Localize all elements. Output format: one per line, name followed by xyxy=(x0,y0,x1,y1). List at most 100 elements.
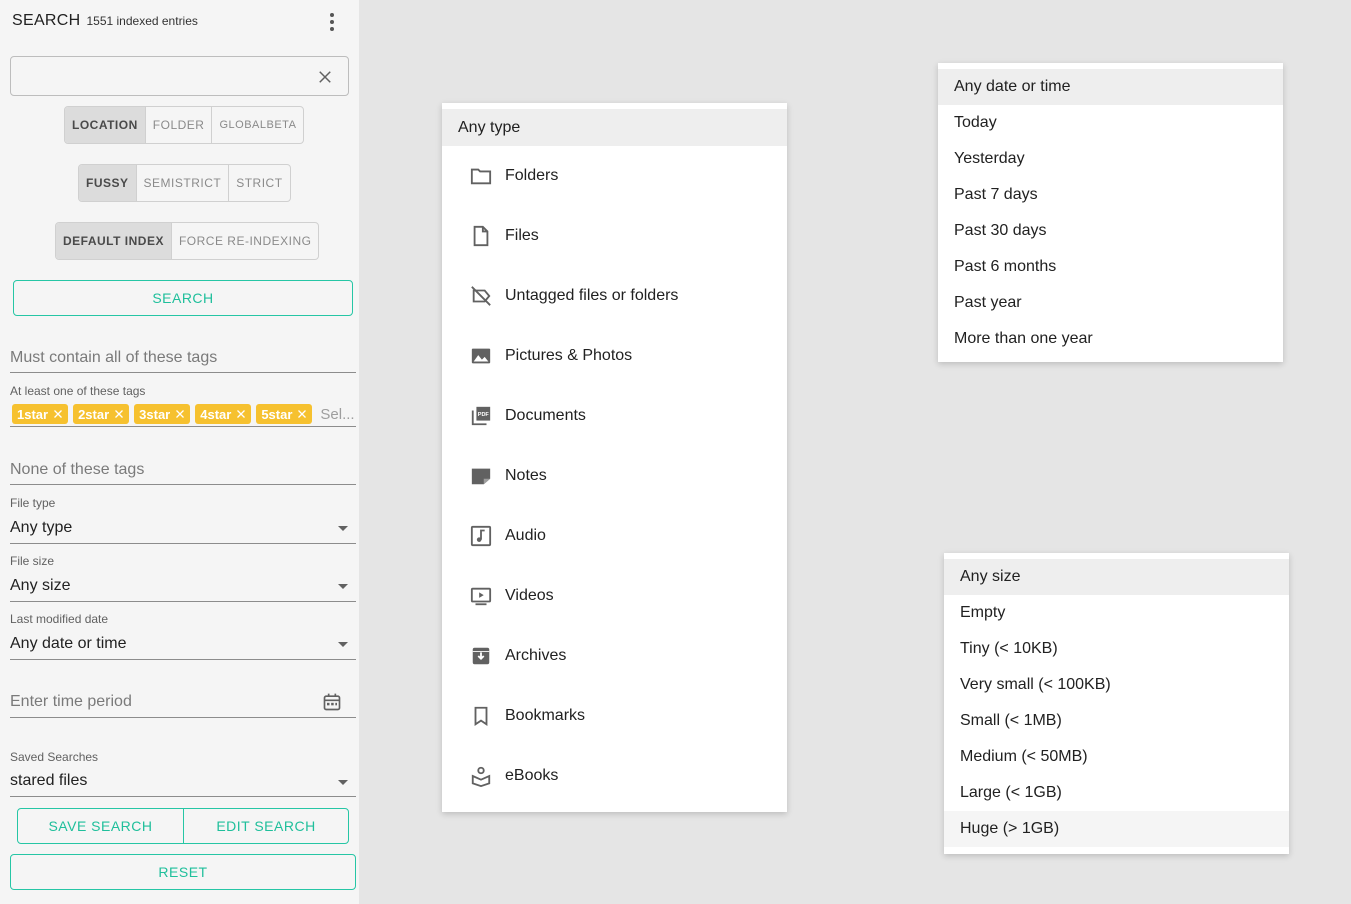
menu-item-label: Past 30 days xyxy=(954,222,1047,239)
menu-item-past-30-days[interactable]: Past 30 days xyxy=(938,213,1283,249)
saved-searches-value: stared files xyxy=(10,772,88,789)
menu-item-label: Any size xyxy=(960,568,1021,585)
file-icon xyxy=(470,225,492,247)
default-index-button[interactable]: DEFAULT INDEX xyxy=(56,223,172,259)
saved-searches-select[interactable]: Saved Searches stared files xyxy=(10,748,356,797)
menu-item-label: Empty xyxy=(960,604,1006,621)
chevron-down-icon xyxy=(338,780,348,785)
tag-chip-label: 5star xyxy=(261,406,293,422)
scope-toggle-group: LOCATION FOLDER GLOBALBETA xyxy=(64,106,305,144)
menu-item-label: More than one year xyxy=(954,330,1093,347)
tag-chip-label: 3star xyxy=(139,406,171,422)
remove-tag-icon[interactable] xyxy=(52,408,64,420)
sidebar-header: SEARCH 1551 indexed entries xyxy=(12,12,198,30)
menu-item-more-than-year[interactable]: More than one year xyxy=(938,321,1283,357)
menu-item-folders[interactable]: Folders xyxy=(442,146,787,206)
menu-item-huge[interactable]: Huge (> 1GB) xyxy=(944,811,1289,847)
archive-icon xyxy=(470,645,492,667)
menu-item-any-size[interactable]: Any size xyxy=(944,559,1289,595)
date-menu: Any date or time Today Yesterday Past 7 … xyxy=(938,63,1283,362)
menu-item-label: Bookmarks xyxy=(505,707,586,724)
menu-item-bookmarks[interactable]: Bookmarks xyxy=(442,686,787,746)
menu-item-audio[interactable]: Audio xyxy=(442,506,787,566)
any-tags-field[interactable]: At least one of these tags 1star 2star 3… xyxy=(10,382,356,427)
menu-item-archives[interactable]: Archives xyxy=(442,626,787,686)
file-type-menu: Any type Folders Files Untagged files or… xyxy=(442,103,787,812)
menu-item-label: Past year xyxy=(954,294,1022,311)
saved-searches-label: Saved Searches xyxy=(10,750,99,764)
scope-folder-button[interactable]: FOLDER xyxy=(146,107,213,143)
none-tags-field[interactable]: None of these tags xyxy=(10,452,356,485)
menu-item-label: Documents xyxy=(505,407,586,424)
clear-icon[interactable] xyxy=(316,68,334,86)
menu-item-large[interactable]: Large (< 1GB) xyxy=(944,775,1289,811)
scope-location-button[interactable]: LOCATION xyxy=(65,107,146,143)
tag-chip-label: 2star xyxy=(78,406,110,422)
match-strict-button[interactable]: STRICT xyxy=(229,165,289,201)
menu-item-files[interactable]: Files xyxy=(442,206,787,266)
remove-tag-icon[interactable] xyxy=(113,408,125,420)
chevron-down-icon xyxy=(338,526,348,531)
time-period-placeholder: Enter time period xyxy=(10,693,132,710)
menu-item-past-year[interactable]: Past year xyxy=(938,285,1283,321)
bookmark-icon xyxy=(470,705,492,727)
menu-item-pictures[interactable]: Pictures & Photos xyxy=(442,326,787,386)
tag-chip: 4star xyxy=(195,404,252,424)
menu-item-label: Videos xyxy=(505,587,554,604)
menu-item-label: Audio xyxy=(505,527,546,544)
time-period-field[interactable]: Enter time period xyxy=(10,684,356,718)
menu-item-untagged[interactable]: Untagged files or folders xyxy=(442,266,787,326)
modified-date-select[interactable]: Last modified date Any date or time xyxy=(10,610,356,660)
menu-item-past-6-months[interactable]: Past 6 months xyxy=(938,249,1283,285)
search-button[interactable]: SEARCH xyxy=(13,280,353,316)
menu-item-videos[interactable]: Videos xyxy=(442,566,787,626)
more-options-icon[interactable] xyxy=(322,12,342,32)
remove-tag-icon[interactable] xyxy=(174,408,186,420)
chevron-down-icon xyxy=(338,584,348,589)
tag-chip-label: 1star xyxy=(17,406,49,422)
menu-item-empty[interactable]: Empty xyxy=(944,595,1289,631)
modified-date-label: Last modified date xyxy=(10,612,109,626)
reset-button[interactable]: RESET xyxy=(10,854,356,890)
edit-search-button[interactable]: EDIT SEARCH xyxy=(183,808,349,844)
menu-item-notes[interactable]: Notes xyxy=(442,446,787,506)
menu-item-label: Any date or time xyxy=(954,78,1071,95)
menu-item-very-small[interactable]: Very small (< 100KB) xyxy=(944,667,1289,703)
menu-item-tiny[interactable]: Tiny (< 10KB) xyxy=(944,631,1289,667)
file-type-select[interactable]: File type Any type xyxy=(10,494,356,544)
menu-item-past-7-days[interactable]: Past 7 days xyxy=(938,177,1283,213)
menu-item-small[interactable]: Small (< 1MB) xyxy=(944,703,1289,739)
menu-item-label: Past 7 days xyxy=(954,186,1038,203)
menu-item-medium[interactable]: Medium (< 50MB) xyxy=(944,739,1289,775)
search-sidebar: SEARCH 1551 indexed entries LOCATION FOL… xyxy=(0,0,359,904)
match-fussy-button[interactable]: FUSSY xyxy=(79,165,137,201)
must-tags-field[interactable]: Must contain all of these tags xyxy=(10,340,356,373)
tag-chip: 5star xyxy=(256,404,313,424)
remove-tag-icon[interactable] xyxy=(296,408,308,420)
calendar-icon[interactable] xyxy=(322,692,342,712)
menu-item-any-type[interactable]: Any type xyxy=(442,109,787,146)
page-title: SEARCH xyxy=(12,12,81,29)
menu-item-label: Archives xyxy=(505,647,567,664)
menu-item-ebooks[interactable]: eBooks xyxy=(442,746,787,806)
file-size-select[interactable]: File size Any size xyxy=(10,552,356,602)
none-tags-placeholder: None of these tags xyxy=(10,461,145,478)
modified-date-value: Any date or time xyxy=(10,635,127,652)
menu-item-documents[interactable]: PDF Documents xyxy=(442,386,787,446)
any-tags-placeholder: Sel... xyxy=(320,405,355,423)
menu-item-label: Notes xyxy=(505,467,547,484)
menu-item-label: Huge (> 1GB) xyxy=(960,820,1060,837)
remove-tag-icon[interactable] xyxy=(235,408,247,420)
menu-item-yesterday[interactable]: Yesterday xyxy=(938,141,1283,177)
music-icon xyxy=(470,525,492,547)
menu-item-today[interactable]: Today xyxy=(938,105,1283,141)
search-input[interactable] xyxy=(21,65,301,87)
scope-global-button[interactable]: GLOBALBETA xyxy=(212,107,303,143)
menu-item-label: Small (< 1MB) xyxy=(960,712,1062,729)
match-semistrict-button[interactable]: SEMISTRICT xyxy=(137,165,230,201)
untagged-icon xyxy=(470,285,492,307)
force-reindex-button[interactable]: FORCE RE-INDEXING xyxy=(172,223,319,259)
save-search-button[interactable]: SAVE SEARCH xyxy=(17,808,184,844)
menu-item-any-date[interactable]: Any date or time xyxy=(938,69,1283,105)
pdf-icon: PDF xyxy=(470,405,492,427)
